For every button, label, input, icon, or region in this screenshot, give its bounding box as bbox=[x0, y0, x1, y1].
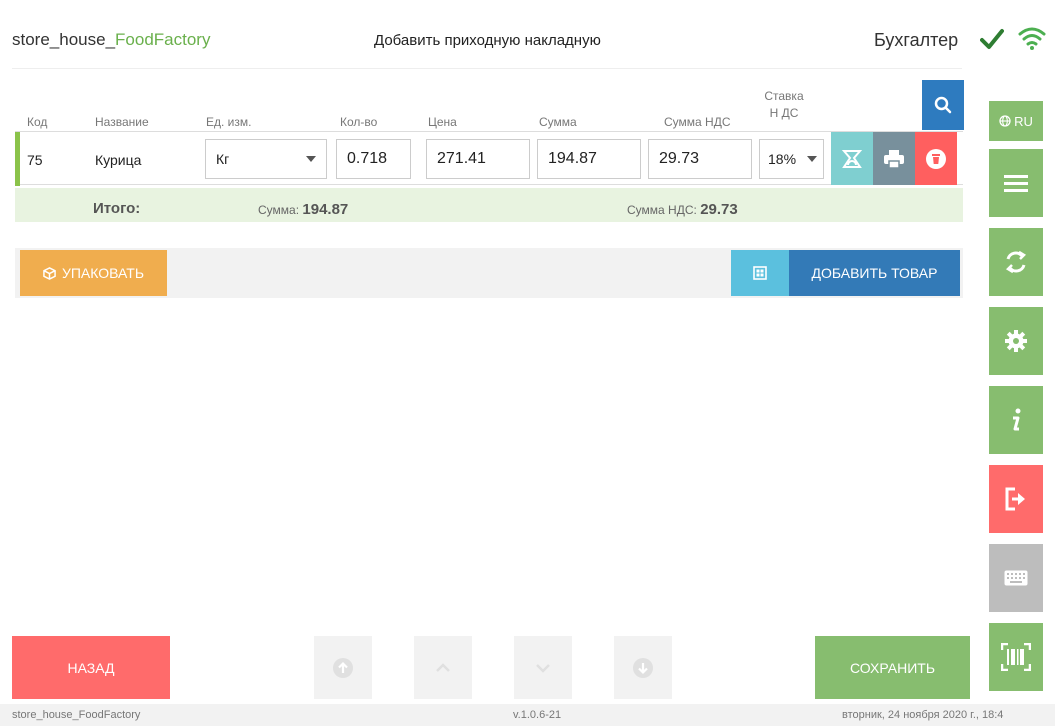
brand-accent: FoodFactory bbox=[115, 30, 211, 49]
unit-select[interactable]: Кг bbox=[205, 139, 327, 179]
catalog-button[interactable] bbox=[731, 250, 789, 296]
app-header: store_house_FoodFactory Добавить приходн… bbox=[0, 0, 1055, 68]
col-header-name: Название bbox=[95, 115, 149, 129]
sync-button[interactable] bbox=[989, 228, 1043, 296]
chevron-down-icon bbox=[536, 663, 550, 673]
arrow-circle-up-icon bbox=[333, 657, 353, 678]
search-button[interactable] bbox=[922, 80, 964, 130]
add-item-button[interactable]: ДОБАВИТЬ ТОВАР bbox=[789, 250, 960, 296]
unit-select-value: Кг bbox=[216, 151, 230, 167]
totals-row: Итого: Сумма: 194.87 Сумма НДС: 29.73 bbox=[15, 188, 963, 222]
settings-button[interactable] bbox=[989, 307, 1043, 375]
scroll-up-button[interactable] bbox=[414, 636, 472, 699]
vat-rate-value: 18% bbox=[768, 151, 797, 167]
status-app-name: store_house_FoodFactory bbox=[12, 709, 141, 721]
keyboard-button[interactable] bbox=[989, 544, 1043, 612]
row-code: 75 bbox=[27, 152, 43, 168]
trash-icon bbox=[926, 148, 946, 169]
gear-icon bbox=[1005, 330, 1027, 352]
status-datetime: вторник, 24 ноября 2020 г., 18:4 bbox=[842, 709, 1004, 721]
scale-button[interactable] bbox=[831, 132, 873, 185]
language-button[interactable]: RU bbox=[989, 101, 1043, 141]
globe-icon bbox=[999, 115, 1011, 127]
sum-input[interactable]: 194.87 bbox=[537, 139, 641, 179]
logout-icon bbox=[1005, 487, 1025, 511]
totals-sum-label: Сумма: bbox=[258, 203, 300, 217]
totals-label: Итого: bbox=[93, 200, 141, 217]
status-version: v.1.0.6-21 bbox=[513, 709, 562, 721]
back-button[interactable]: НАЗАД bbox=[12, 636, 170, 699]
col-header-price: Цена bbox=[428, 115, 457, 129]
page-title: Добавить приходную накладную bbox=[374, 32, 601, 49]
vat-rate-select[interactable]: 18% bbox=[759, 139, 824, 179]
search-icon bbox=[934, 96, 952, 114]
barcode-button[interactable] bbox=[989, 623, 1043, 691]
col-header-unit: Ед. изм. bbox=[206, 115, 252, 129]
action-bar: УПАКОВАТЬ ДОБАВИТЬ ТОВАР bbox=[15, 248, 963, 298]
logout-button[interactable] bbox=[989, 465, 1043, 533]
pack-button-label: УПАКОВАТЬ bbox=[61, 265, 145, 281]
totals-vat-value: 29.73 bbox=[700, 201, 738, 218]
totals-vat-label: Сумма НДС: bbox=[627, 203, 697, 217]
box-icon bbox=[43, 266, 56, 280]
totals-sum: Сумма: 194.87 bbox=[258, 201, 348, 218]
info-button[interactable] bbox=[989, 386, 1043, 454]
keyboard-icon bbox=[1004, 570, 1028, 586]
scroll-down-button[interactable] bbox=[514, 636, 572, 699]
vat-sum-input[interactable]: 29.73 bbox=[648, 139, 752, 179]
print-button[interactable] bbox=[873, 132, 915, 185]
qty-input[interactable]: 0.718 bbox=[336, 139, 411, 179]
totals-vat: Сумма НДС: 29.73 bbox=[627, 201, 738, 218]
check-icon bbox=[980, 29, 1004, 49]
col-header-vat-sum: Сумма НДС bbox=[664, 115, 731, 129]
sync-icon bbox=[1005, 250, 1027, 274]
info-icon bbox=[1013, 408, 1021, 431]
price-input[interactable]: 271.41 bbox=[426, 139, 530, 179]
pack-button[interactable]: УПАКОВАТЬ bbox=[20, 250, 167, 296]
row-selection-marker bbox=[15, 132, 20, 186]
header-divider bbox=[12, 68, 962, 69]
wifi-icon bbox=[1018, 27, 1046, 50]
table-row[interactable]: 75 Курица Кг 0.718 271.41 194.87 29.73 1… bbox=[15, 131, 963, 186]
col-header-vat-rate: Ставка Н ДС bbox=[764, 89, 804, 120]
row-name: Курица bbox=[95, 152, 142, 168]
totals-sum-value: 194.87 bbox=[302, 201, 349, 218]
save-button[interactable]: СОХРАНИТЬ bbox=[815, 636, 970, 699]
scroll-bottom-button[interactable] bbox=[614, 636, 672, 699]
user-role: Бухгалтер bbox=[874, 30, 959, 50]
print-icon bbox=[884, 149, 904, 168]
delete-button[interactable] bbox=[915, 132, 957, 185]
language-label: RU bbox=[1014, 113, 1033, 129]
catalog-icon bbox=[753, 266, 767, 280]
menu-icon bbox=[1004, 175, 1028, 192]
app-brand: store_house_FoodFactory bbox=[12, 30, 210, 50]
scroll-top-button[interactable] bbox=[314, 636, 372, 699]
col-header-code: Код bbox=[27, 115, 48, 129]
col-header-qty: Кол-во bbox=[340, 115, 378, 129]
arrow-circle-down-icon bbox=[633, 657, 653, 678]
chevron-up-icon bbox=[436, 662, 450, 672]
col-header-sum: Сумма bbox=[539, 115, 577, 129]
chevron-down-icon bbox=[306, 156, 316, 162]
menu-button[interactable] bbox=[989, 149, 1043, 217]
barcode-icon bbox=[1001, 643, 1031, 671]
chevron-down-icon bbox=[807, 156, 817, 162]
brand-prefix: store_house_ bbox=[12, 30, 116, 49]
status-bar: store_house_FoodFactory v.1.0.6-21 вторн… bbox=[0, 704, 1055, 726]
scale-icon bbox=[841, 149, 863, 168]
